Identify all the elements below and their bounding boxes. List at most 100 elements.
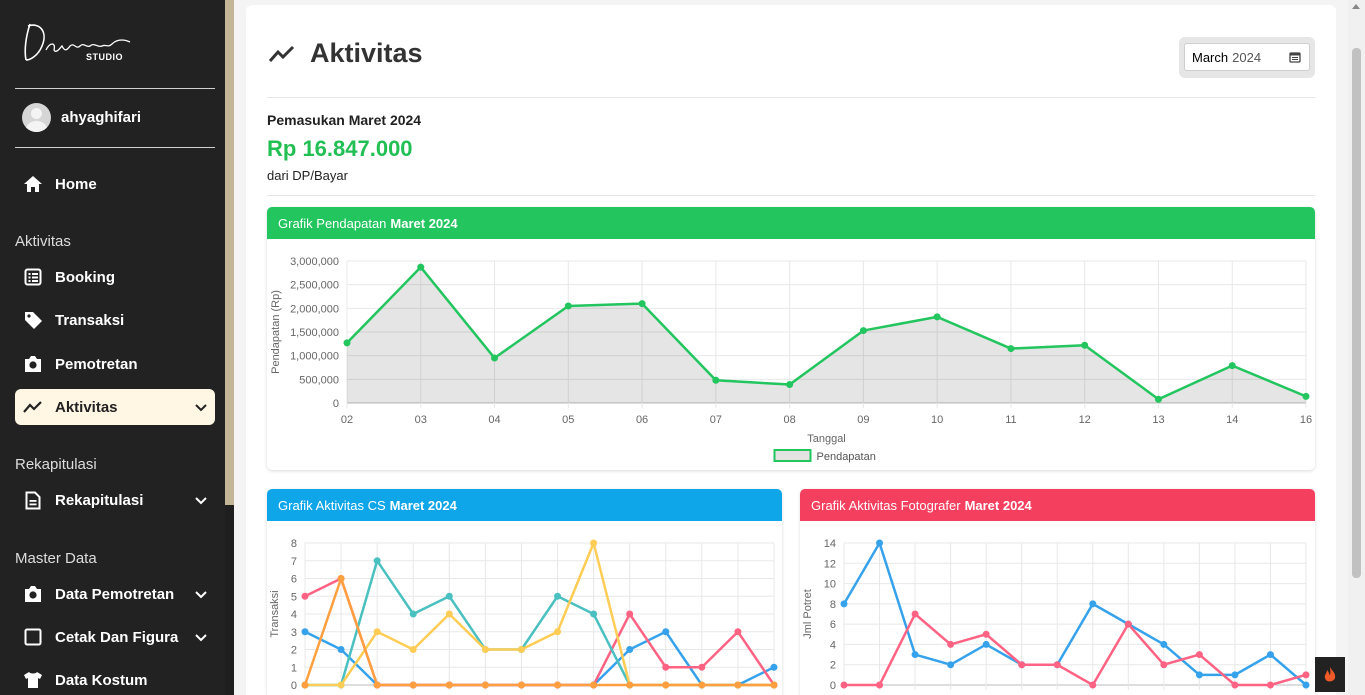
sidebar-item-label: Data Kostum [55,671,148,689]
sidebar-item-data-pemotretan[interactable]: Data Pemotretan [15,576,215,612]
cs-activity-chart[interactable]: 0 1 2 3 4 5 6 7 8 Transaksi [267,521,782,695]
scrollbar[interactable] [1348,0,1365,695]
y-tick-label: 5 [291,591,297,603]
chevron-down-icon [195,586,207,604]
data-point [1154,395,1162,403]
data-point [1007,345,1015,353]
calendar-icon[interactable] [1289,51,1301,66]
y-tick-label: 0 [830,680,836,692]
y-tick-label: 1,000,000 [290,351,339,363]
data-point [481,646,489,653]
data-point [445,610,453,618]
data-point [409,681,417,689]
sidebar-item-pemotretan[interactable]: Pemotretan [15,346,215,382]
data-point [1160,640,1168,648]
data-point [301,592,309,600]
income-title: Pemasukan Maret 2024 [267,112,422,128]
revenue-chart-panel: Grafik Pendapatan Maret 2024 0 500,000 1,0… [267,207,1315,470]
sidebar-item-rekapitulasi[interactable]: Rekapitulasi [15,482,215,518]
y-tick-label: 10 [824,579,836,591]
x-tick-label: 13 [1152,414,1164,426]
chevron-down-icon [195,492,207,510]
sidebar-item-cetak-dan-figura[interactable]: Cetak Dan Figura [15,619,215,655]
data-point [982,630,990,638]
sidebar-item-transaksi[interactable]: Transaksi [15,302,215,338]
data-point [876,539,884,547]
page-header: Aktivitas [268,38,423,69]
divider [267,195,1315,196]
data-point [337,681,345,689]
panel-title: Grafik Aktivitas CS [278,497,386,513]
month-picker-wrapper: March 2024 [1179,37,1315,78]
data-point [337,646,345,653]
x-tick-label: 14 [1226,414,1238,426]
photographer-activity-chart[interactable]: 0 2 4 6 8 10 12 14 Jml Potret [800,521,1315,695]
revenue-line-chart[interactable]: 0 500,000 1,000,000 1,500,000 2,000,000 2,500… [267,239,1315,470]
data-point [840,681,848,689]
panel-header: Grafik Pendapatan Maret 2024 [267,207,1315,239]
cs-chart-panel: Grafik Aktivitas CS Maret 2024 0 1 2 3 4 5 6 7 8… [267,489,782,695]
data-point [662,663,670,671]
studio-logo[interactable]: STUDIO [22,18,142,66]
data-point [373,681,381,689]
data-point [626,681,634,689]
data-point [481,681,489,689]
sidebar-item-label: Rekapitulasi [55,491,144,509]
data-point [947,661,955,669]
panel-period: Maret 2024 [389,497,457,513]
data-point [1053,661,1061,669]
sidebar-item-booking[interactable]: Booking [15,259,215,295]
trend-icon [268,45,295,62]
user-profile[interactable]: ahyaghifari [22,103,141,132]
data-point [554,628,562,636]
data-point [590,610,598,618]
data-point [698,681,706,689]
data-point [933,313,941,321]
y-tick-label: 1 [291,662,297,674]
home-icon [23,174,43,194]
year-value: 2024 [1232,49,1262,65]
main-content: Aktivitas March 2024 Pemasukan Maret 202… [234,0,1348,695]
month-value: March [1192,49,1229,65]
page-title: Aktivitas [310,38,423,68]
sidebar-accent-stripe [225,0,234,505]
data-point [1266,681,1274,689]
data-point [786,381,794,389]
x-tick-label: 07 [710,414,722,426]
data-point [840,600,848,608]
scroll-up-arrow[interactable] [1352,4,1360,9]
data-point [626,646,634,653]
panel-header: Grafik Aktivitas Fotografer Maret 2024 [800,489,1315,521]
sidebar-item-home[interactable]: Home [15,166,215,202]
y-tick-label: 2 [830,660,836,672]
data-point [373,557,381,565]
svg-text:STUDIO: STUDIO [86,52,123,62]
data-point [876,681,884,689]
data-point [734,628,742,636]
income-value: Rp 16.847.000 [267,136,413,161]
data-point [517,681,525,689]
sidebar-item-aktivitas[interactable]: Aktivitas [15,389,215,425]
sidebar-item-label: Cetak Dan Figura [55,628,179,646]
y-tick-label: 2,000,000 [290,303,339,315]
month-picker-input[interactable]: March 2024 [1184,43,1310,71]
data-point [337,575,345,582]
document-icon [23,490,43,510]
x-tick-label: 16 [1300,414,1312,426]
x-tick-label: 04 [488,414,500,426]
sidebar-item-data-kostum[interactable]: Data Kostum [15,662,215,695]
data-point [859,327,867,335]
data-point [445,592,453,600]
y-tick-label: 14 [824,538,836,550]
data-point [911,610,919,618]
y-tick-label: 7 [291,556,297,568]
y-tick-label: 2 [291,645,297,657]
data-point [638,300,646,308]
scrollbar-thumb[interactable] [1352,48,1361,578]
y-tick-label: 6 [291,574,297,586]
legend-label: Pendapatan [817,451,876,463]
y-tick-label: 1,500,000 [290,327,339,339]
x-axis-label: Tanggal [807,433,846,445]
data-point [590,539,598,547]
flame-icon[interactable] [1315,657,1345,692]
